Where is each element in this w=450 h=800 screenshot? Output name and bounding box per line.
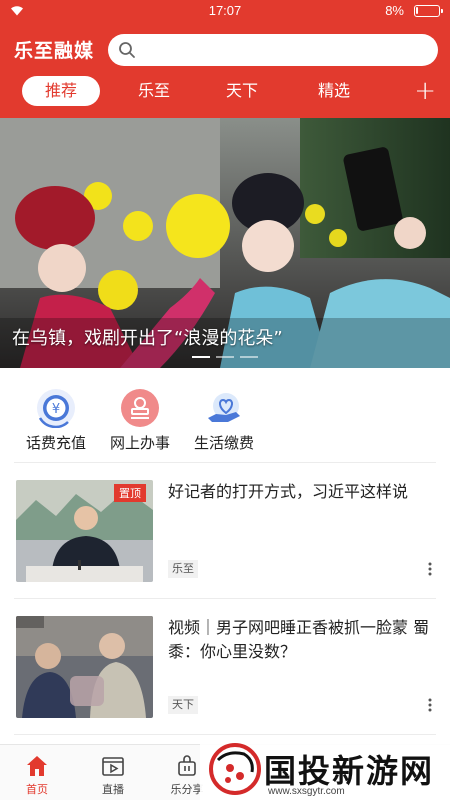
banner-carousel[interactable]: 在乌镇，戏剧开出了“浪漫的花朵” xyxy=(0,118,450,368)
service-label: 生活缴费 xyxy=(193,434,254,452)
battery-icon xyxy=(414,5,443,17)
nav-home[interactable]: 首页 xyxy=(0,745,74,800)
plus-icon[interactable]: + xyxy=(414,78,436,104)
tab-featured[interactable]: 精选 xyxy=(306,76,362,106)
tab-lezhi[interactable]: 乐至 xyxy=(126,76,182,106)
tab-world[interactable]: 天下 xyxy=(214,76,270,106)
phone-credit-icon: ¥ xyxy=(36,388,76,429)
nav-label: 首页 xyxy=(26,783,48,796)
share-icon xyxy=(175,754,199,778)
site-watermark: 国投新游网 www.sxsgytr.com xyxy=(200,740,450,800)
news-thumbnail: 置顶 xyxy=(16,480,153,582)
news-channel-tag: 天下 xyxy=(168,696,198,714)
search-input[interactable] xyxy=(108,34,438,66)
search-icon xyxy=(118,41,136,63)
app-brand: 乐至融媒 xyxy=(14,40,95,62)
carousel-dot xyxy=(240,356,258,358)
more-options-icon[interactable] xyxy=(426,696,434,714)
app-header: 乐至融媒 推荐 乐至 天下 精选 + xyxy=(0,22,450,118)
service-shortcuts: ¥ 话费充值 网上办事 生活缴费 xyxy=(0,368,450,462)
banner-caption: 在乌镇，戏剧开出了“浪漫的花朵” xyxy=(12,328,283,349)
live-icon xyxy=(101,754,125,778)
watermark-url: www.sxsgytr.com xyxy=(268,786,345,797)
news-item[interactable]: 视频｜男子网吧睡正香被抓一脸蒙 蜀黍：你心里没数？ 天下 xyxy=(0,600,450,730)
carousel-indicator xyxy=(192,356,258,359)
status-bar: 17:07 8% xyxy=(0,0,450,22)
online-service-icon xyxy=(120,388,160,428)
tab-recommend[interactable]: 推荐 xyxy=(22,76,100,106)
battery-percent: 8% xyxy=(385,3,404,18)
carousel-dot xyxy=(216,356,234,358)
news-item[interactable]: 置顶 好记者的打开方式，习近平这样说 乐至 xyxy=(0,464,450,594)
channel-tabs: 推荐 乐至 天下 精选 + xyxy=(0,76,450,108)
svg-text:¥: ¥ xyxy=(52,402,60,417)
nav-live[interactable]: 直播 xyxy=(76,745,150,800)
divider xyxy=(14,598,436,599)
service-bill-payment[interactable]: 生活缴费 xyxy=(174,368,274,462)
home-icon xyxy=(25,754,49,778)
status-time: 17:07 xyxy=(208,3,242,18)
watermark-logo xyxy=(208,742,262,796)
news-title: 视频｜男子网吧睡正香被抓一脸蒙 蜀黍：你心里没数？ xyxy=(168,618,430,661)
divider xyxy=(14,462,436,463)
carousel-dot xyxy=(192,356,210,358)
more-options-icon[interactable] xyxy=(426,560,434,578)
news-thumbnail xyxy=(16,616,153,718)
news-title: 好记者的打开方式，习近平这样说 xyxy=(168,482,409,501)
pinned-badge: 置顶 xyxy=(114,484,146,502)
bill-payment-icon xyxy=(204,388,244,428)
news-channel-tag: 乐至 xyxy=(168,560,198,578)
divider xyxy=(14,734,436,735)
nav-label: 直播 xyxy=(102,783,124,796)
